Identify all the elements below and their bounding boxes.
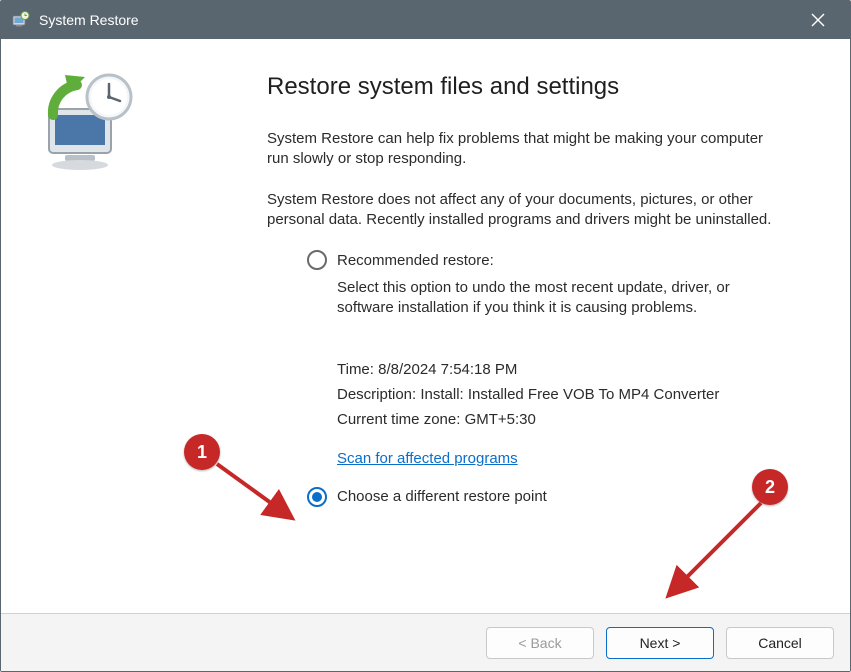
detail-time-label: Time: bbox=[337, 361, 374, 378]
main-panel: Restore system files and settings System… bbox=[231, 39, 850, 613]
intro-paragraph-2: System Restore does not affect any of yo… bbox=[267, 190, 777, 231]
title-bar: System Restore bbox=[1, 1, 850, 39]
intro-paragraph-1: System Restore can help fix problems tha… bbox=[267, 129, 777, 170]
option-different[interactable]: Choose a different restore point bbox=[267, 487, 790, 507]
window-title: System Restore bbox=[39, 12, 139, 28]
option-recommended-description: Select this option to undo the most rece… bbox=[337, 278, 777, 319]
option-recommended-label: Recommended restore: bbox=[337, 252, 494, 269]
next-button[interactable]: Next > bbox=[606, 627, 714, 659]
page-title: Restore system files and settings bbox=[267, 73, 790, 101]
detail-description-label: Description: bbox=[337, 386, 416, 403]
cancel-button[interactable]: Cancel bbox=[726, 627, 834, 659]
option-recommended[interactable]: Recommended restore: bbox=[307, 250, 790, 270]
radio-different[interactable] bbox=[307, 487, 327, 507]
detail-description-value: Install: Installed Free VOB To MP4 Conve… bbox=[420, 386, 719, 403]
sidebar bbox=[1, 39, 231, 613]
back-button: < Back bbox=[486, 627, 594, 659]
close-icon bbox=[811, 13, 825, 27]
wizard-footer: < Back Next > Cancel bbox=[1, 613, 850, 671]
detail-timezone: Current time zone: GMT+5:30 bbox=[337, 411, 790, 428]
detail-timezone-value: GMT+5:30 bbox=[465, 411, 536, 428]
restore-options: Recommended restore: Select this option … bbox=[267, 250, 790, 481]
detail-description: Description: Install: Installed Free VOB… bbox=[337, 386, 790, 403]
detail-time: Time: 8/8/2024 7:54:18 PM bbox=[337, 361, 790, 378]
detail-time-value: 8/8/2024 7:54:18 PM bbox=[378, 361, 517, 378]
scan-affected-programs-link[interactable]: Scan for affected programs bbox=[337, 450, 518, 467]
system-restore-hero-icon bbox=[35, 67, 145, 177]
radio-recommended[interactable] bbox=[307, 250, 327, 270]
content-area: Restore system files and settings System… bbox=[1, 39, 850, 613]
detail-timezone-label: Current time zone: bbox=[337, 411, 460, 428]
close-button[interactable] bbox=[796, 5, 840, 35]
option-different-label: Choose a different restore point bbox=[337, 488, 547, 505]
app-icon bbox=[11, 10, 31, 30]
restore-point-details: Time: 8/8/2024 7:54:18 PM Description: I… bbox=[337, 361, 790, 481]
